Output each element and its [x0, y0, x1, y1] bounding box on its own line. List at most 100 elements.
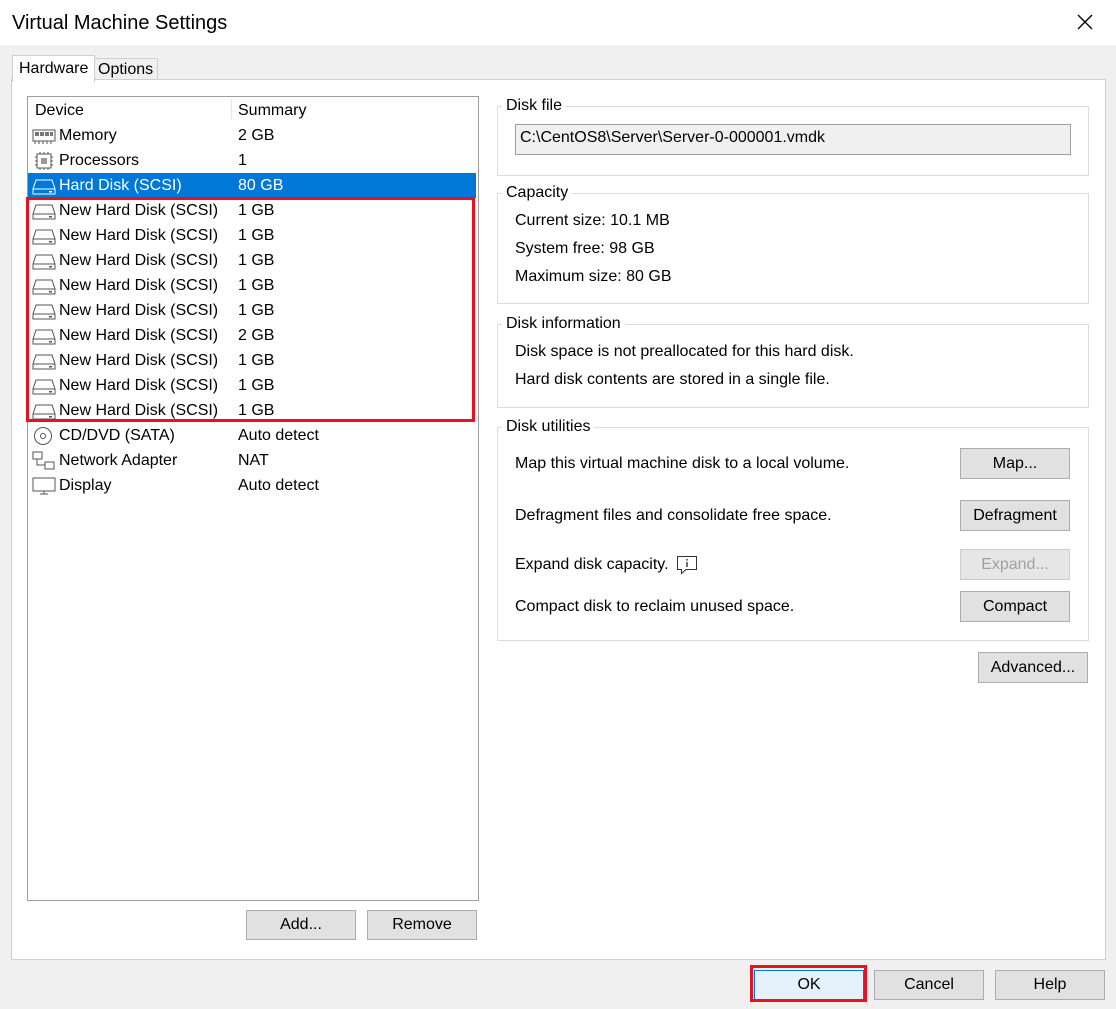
device-name: New Hard Disk (SCSI)	[59, 377, 219, 394]
device-summary: 1 GB	[238, 377, 275, 394]
device-name: Display	[59, 477, 112, 494]
device-summary: 1 GB	[238, 402, 275, 419]
current-size-label: Current size:	[515, 212, 606, 229]
disk-information-group	[497, 324, 1089, 408]
device-row[interactable]: New Hard Disk (SCSI) 1 GB	[28, 398, 476, 423]
device-name: New Hard Disk (SCSI)	[59, 202, 219, 219]
hard-disk-icon	[32, 176, 56, 196]
device-summary: 2 GB	[238, 327, 275, 344]
hard-disk-icon	[32, 326, 56, 346]
processor-icon	[32, 151, 56, 171]
device-name: New Hard Disk (SCSI)	[59, 352, 219, 369]
device-name: New Hard Disk (SCSI)	[59, 252, 219, 269]
title-bar: Virtual Machine Settings	[0, 0, 1116, 45]
tab-options[interactable]: Options	[93, 58, 159, 80]
hard-disk-icon	[32, 251, 56, 271]
device-row[interactable]: New Hard Disk (SCSI) 1 GB	[28, 298, 476, 323]
disk-info-line-2: Hard disk contents are stored in a singl…	[515, 371, 830, 388]
device-name: Processors	[59, 152, 140, 169]
device-row[interactable]: New Hard Disk (SCSI) 1 GB	[28, 223, 476, 248]
system-free-label: System free:	[515, 240, 605, 257]
column-summary[interactable]: Summary	[238, 102, 306, 120]
device-name: Hard Disk (SCSI)	[59, 177, 182, 194]
device-row[interactable]: New Hard Disk (SCSI) 1 GB	[28, 198, 476, 223]
device-name: Network Adapter	[59, 452, 178, 469]
disk-file-label: Disk file	[502, 97, 567, 115]
device-name: New Hard Disk (SCSI)	[59, 227, 219, 244]
device-row[interactable]: New Hard Disk (SCSI) 1 GB	[28, 248, 476, 273]
device-name: Memory	[59, 127, 117, 144]
expand-description: Expand disk capacity.	[515, 556, 669, 573]
current-size-line: Current size: 10.1 MB	[515, 212, 670, 230]
hard-disk-icon	[32, 276, 56, 296]
device-row[interactable]: Memory 2 GB	[28, 123, 476, 148]
current-size-value: 10.1 MB	[610, 212, 670, 229]
map-description: Map this virtual machine disk to a local…	[515, 455, 850, 472]
defragment-description: Defragment files and consolidate free sp…	[515, 507, 832, 524]
tab-hardware[interactable]: Hardware	[12, 55, 96, 82]
device-summary: Auto detect	[238, 477, 319, 494]
memory-icon	[32, 126, 56, 146]
disk-information-label: Disk information	[502, 315, 625, 333]
device-name: New Hard Disk (SCSI)	[59, 327, 219, 344]
device-row[interactable]: Processors 1	[28, 148, 476, 173]
compact-button[interactable]: Compact	[960, 591, 1070, 622]
close-icon[interactable]	[1072, 9, 1098, 35]
hard-disk-icon	[32, 401, 56, 421]
info-icon[interactable]	[676, 555, 698, 575]
disk-utilities-label: Disk utilities	[502, 418, 595, 436]
compact-description: Compact disk to reclaim unused space.	[515, 598, 795, 615]
device-summary: 1 GB	[238, 227, 275, 244]
device-row[interactable]: Display Auto detect	[28, 473, 476, 498]
system-free-value: 98 GB	[609, 240, 655, 257]
device-summary: 1 GB	[238, 302, 275, 319]
device-name: New Hard Disk (SCSI)	[59, 302, 219, 319]
display-icon	[32, 476, 56, 496]
device-list[interactable]: Device Summary Memory 2 GB Processors 1 Hard…	[27, 96, 479, 901]
expand-button[interactable]: Expand...	[960, 549, 1070, 580]
advanced-button[interactable]: Advanced...	[978, 652, 1088, 683]
device-summary: NAT	[238, 452, 269, 469]
hard-disk-icon	[32, 376, 56, 396]
maximum-size-line: Maximum size: 80 GB	[515, 268, 672, 286]
device-summary: 2 GB	[238, 127, 275, 144]
maximum-size-value: 80 GB	[626, 268, 672, 285]
device-row[interactable]: New Hard Disk (SCSI) 1 GB	[28, 348, 476, 373]
device-summary: Auto detect	[238, 427, 319, 444]
device-summary: 1	[238, 152, 247, 169]
hard-disk-icon	[32, 301, 56, 321]
device-summary: 1 GB	[238, 252, 275, 269]
device-summary: 1 GB	[238, 202, 275, 219]
remove-button[interactable]: Remove	[367, 910, 477, 940]
column-separator	[231, 99, 232, 119]
hard-disk-icon	[32, 226, 56, 246]
device-name: New Hard Disk (SCSI)	[59, 277, 219, 294]
device-row[interactable]: New Hard Disk (SCSI) 2 GB	[28, 323, 476, 348]
device-row[interactable]: Network Adapter NAT	[28, 448, 476, 473]
maximum-size-label: Maximum size:	[515, 268, 622, 285]
disk-info-line-1: Disk space is not preallocated for this …	[515, 343, 854, 360]
cd-dvd-icon	[32, 426, 56, 446]
ok-button[interactable]: OK	[754, 970, 864, 1000]
capacity-label: Capacity	[502, 184, 573, 202]
window-title: Virtual Machine Settings	[12, 12, 228, 34]
device-summary: 80 GB	[238, 177, 284, 194]
device-row[interactable]: New Hard Disk (SCSI) 1 GB	[28, 273, 476, 298]
map-button[interactable]: Map...	[960, 448, 1070, 479]
column-device[interactable]: Device	[35, 102, 84, 120]
device-name: New Hard Disk (SCSI)	[59, 402, 219, 419]
help-button[interactable]: Help	[995, 970, 1105, 1000]
device-row[interactable]: Hard Disk (SCSI) 80 GB	[28, 173, 476, 198]
hard-disk-icon	[32, 201, 56, 221]
hard-disk-icon	[32, 351, 56, 371]
device-row[interactable]: New Hard Disk (SCSI) 1 GB	[28, 373, 476, 398]
add-button[interactable]: Add...	[246, 910, 356, 940]
defragment-button[interactable]: Defragment	[960, 500, 1070, 531]
disk-file-path-field[interactable]: C:\CentOS8\Server\Server-0-000001.vmdk	[515, 124, 1071, 155]
device-summary: 1 GB	[238, 277, 275, 294]
system-free-line: System free: 98 GB	[515, 240, 655, 258]
device-row[interactable]: CD/DVD (SATA) Auto detect	[28, 423, 476, 448]
device-list-header: Device Summary	[28, 97, 478, 121]
cancel-button[interactable]: Cancel	[874, 970, 984, 1000]
network-adapter-icon	[32, 451, 56, 471]
